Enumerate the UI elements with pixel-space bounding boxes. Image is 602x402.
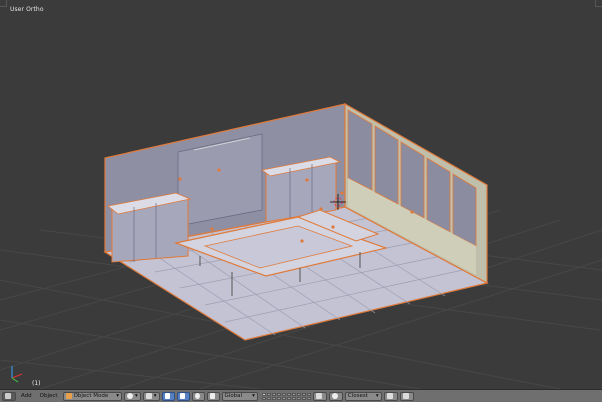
- layer-button[interactable]: [296, 392, 301, 396]
- menu-object[interactable]: Object: [37, 392, 61, 401]
- layer-button[interactable]: [301, 392, 306, 396]
- layer-button[interactable]: [271, 396, 276, 400]
- lock-icon: [315, 393, 322, 399]
- layer-button[interactable]: [271, 392, 276, 396]
- editor-type-button[interactable]: [2, 391, 16, 401]
- layer-button[interactable]: [281, 392, 286, 396]
- pivot-dropdown[interactable]: ▾: [142, 391, 160, 401]
- layer-button[interactable]: [276, 396, 281, 400]
- scale-icon: [209, 393, 215, 399]
- translate-toggle[interactable]: [176, 391, 190, 401]
- 3d-viewport[interactable]: User Ortho (1): [0, 0, 602, 389]
- layer-button[interactable]: [296, 396, 301, 400]
- pivot-icon: [145, 393, 152, 399]
- rotate-icon: [194, 393, 200, 399]
- proportional-edit-toggle[interactable]: [328, 391, 343, 401]
- scene-canvas[interactable]: [0, 0, 602, 389]
- manipulator-icon: [164, 393, 170, 399]
- layer-button[interactable]: [266, 396, 271, 400]
- layers-grid[interactable]: [261, 392, 311, 400]
- layer-button[interactable]: [291, 396, 296, 400]
- layer-button[interactable]: [261, 396, 266, 400]
- translate-icon: [179, 393, 185, 399]
- snap-icon: [386, 393, 393, 399]
- orientation-value: Global: [224, 393, 243, 399]
- view3d-icon: [5, 393, 11, 399]
- chevron-down-icon: ▾: [116, 393, 119, 399]
- chevron-down-icon: ▾: [252, 393, 255, 399]
- shading-solid-icon: [127, 393, 133, 399]
- layer-button[interactable]: [286, 392, 291, 396]
- shading-dropdown[interactable]: ▾: [124, 391, 141, 401]
- layer-button[interactable]: [306, 392, 311, 396]
- orientation-dropdown[interactable]: Global ▾: [221, 391, 258, 401]
- scale-toggle[interactable]: [206, 391, 220, 401]
- layer-button[interactable]: [266, 392, 271, 396]
- chevron-down-icon: ▾: [375, 393, 379, 399]
- manipulator-toggle[interactable]: [161, 391, 175, 401]
- layer-button[interactable]: [306, 396, 311, 400]
- render-icon: [402, 393, 409, 399]
- menu-add[interactable]: Add: [18, 392, 35, 401]
- frame-label: (1): [32, 380, 41, 387]
- layer-button[interactable]: [291, 392, 296, 396]
- layer-button[interactable]: [301, 396, 306, 400]
- lock-camera-toggle[interactable]: [312, 391, 327, 401]
- axis-gizmo: [11, 366, 23, 383]
- layer-button[interactable]: [281, 396, 286, 400]
- 3d-view-header: Add Object Object Mode ▾ ▾ ▾ Global ▾ Cl…: [0, 389, 602, 402]
- mode-dropdown[interactable]: Object Mode ▾: [62, 391, 122, 401]
- layer-button[interactable]: [276, 392, 281, 396]
- view-name-label: User Ortho: [10, 6, 44, 13]
- proportional-icon: [331, 393, 338, 399]
- falloff-value: Closest: [347, 393, 368, 399]
- render-preview-button[interactable]: [399, 391, 414, 401]
- falloff-dropdown[interactable]: Closest ▾: [344, 391, 382, 401]
- snap-toggle[interactable]: [383, 391, 398, 401]
- layers-icon[interactable]: [261, 392, 266, 396]
- rotate-toggle[interactable]: [191, 391, 205, 401]
- object-mode-icon: [65, 393, 72, 399]
- layer-button[interactable]: [286, 396, 291, 400]
- mode-dropdown-value: Object Mode: [73, 393, 109, 399]
